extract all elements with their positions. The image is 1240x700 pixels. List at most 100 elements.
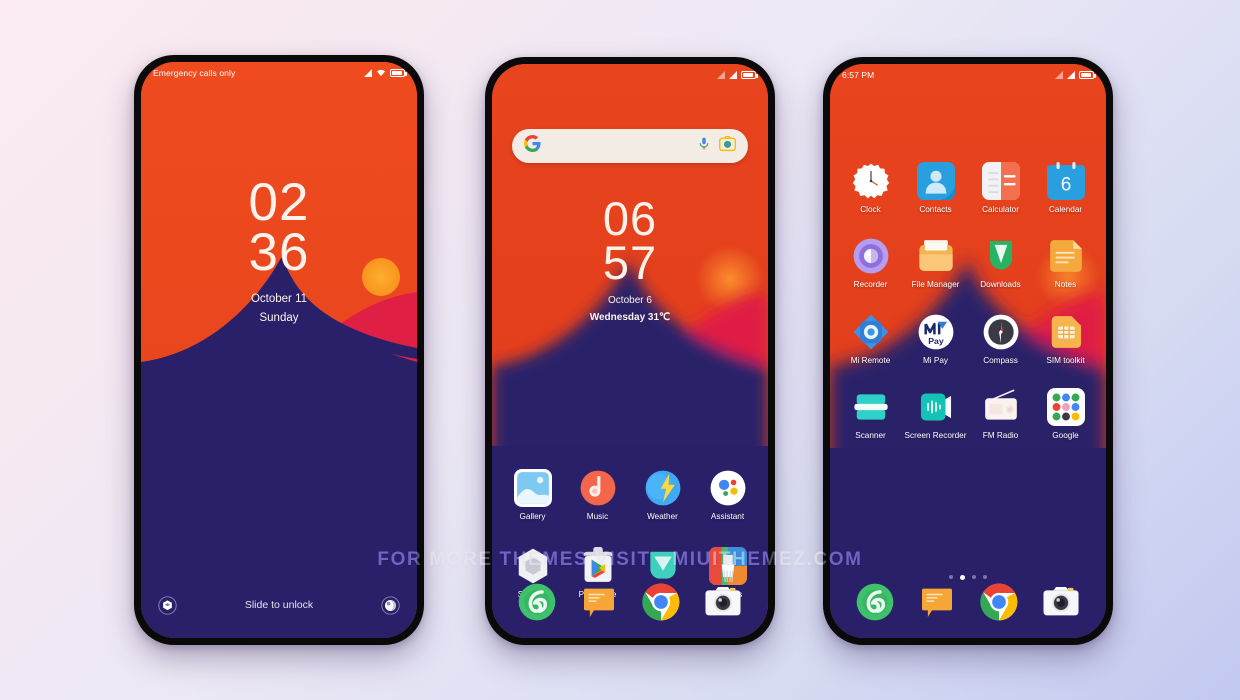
app-compass[interactable]: Compass xyxy=(968,313,1033,366)
calendar-day-number: 6 xyxy=(1060,175,1071,196)
app-drawer-grid: Clock Contacts Calculator 6 Calendar Rec… xyxy=(838,162,1098,441)
app-notes[interactable]: Notes xyxy=(1033,237,1098,290)
app-recorder[interactable]: Recorder xyxy=(838,237,903,290)
app-music[interactable]: Music xyxy=(565,469,630,522)
fm-radio-icon xyxy=(982,388,1020,426)
home-date-line1: October 6 xyxy=(608,295,652,306)
music-icon xyxy=(579,469,617,507)
app-calculator[interactable]: Calculator xyxy=(968,162,1033,215)
camera-app-icon[interactable] xyxy=(1041,582,1081,622)
app-drawer-display: 6:57 PM Clock Contacts Calculator 6 Cale… xyxy=(830,64,1106,638)
screen-recorder-icon xyxy=(917,388,955,426)
google-lens-icon[interactable] xyxy=(719,135,736,157)
app-clock[interactable]: Clock xyxy=(838,162,903,215)
settings-icon xyxy=(514,547,552,585)
microphone-icon[interactable] xyxy=(697,136,711,156)
app-label: Gallery xyxy=(519,512,546,521)
app-scanner[interactable]: Scanner xyxy=(838,388,903,441)
app-label: Notes xyxy=(1054,280,1077,290)
phone-app-drawer: 6:57 PM Clock Contacts Calculator 6 Cale… xyxy=(823,57,1113,645)
status-time: 6:57 PM xyxy=(842,70,875,80)
app-label: Assistant xyxy=(710,512,745,521)
lock-screen-display: Emergency calls only 02 36 October 11 Su… xyxy=(141,62,417,638)
lock-date-line1: October 11 xyxy=(250,293,308,305)
weather-icon xyxy=(644,469,682,507)
app-label: Calculator xyxy=(982,205,1019,214)
wallpaper-showcase: Emergency calls only 02 36 October 11 Su… xyxy=(0,0,1240,700)
app-label: Weather xyxy=(647,512,678,521)
app-assistant[interactable]: Assistant xyxy=(695,469,760,522)
app-gallery[interactable]: Gallery xyxy=(500,469,565,522)
camera-app-icon[interactable] xyxy=(703,582,743,622)
gallery-icon xyxy=(513,469,552,507)
security-icon xyxy=(644,547,682,585)
page-dot-active[interactable] xyxy=(960,575,965,580)
drawer-status-icons xyxy=(1055,71,1096,79)
battery-icon xyxy=(390,69,407,77)
app-screen-recorder[interactable]: Screen Recorder xyxy=(903,388,968,441)
app-file-manager[interactable]: File Manager xyxy=(903,237,968,290)
sim-toolkit-icon xyxy=(1047,313,1085,351)
chrome-icon[interactable] xyxy=(641,582,681,622)
app-fm-radio[interactable]: FM Radio xyxy=(968,388,1033,441)
wifi-icon xyxy=(376,68,386,79)
recorder-icon xyxy=(852,237,890,275)
app-calendar[interactable]: 6 Calendar xyxy=(1033,162,1098,215)
app-label: Music xyxy=(586,512,609,521)
signal-icon xyxy=(717,71,725,79)
lock-clock-hours: 02 xyxy=(248,173,310,232)
app-weather[interactable]: Weather xyxy=(630,469,695,522)
app-downloads[interactable]: Downloads xyxy=(968,237,1033,290)
camera-icon[interactable] xyxy=(380,595,401,616)
app-google-folder[interactable]: Google xyxy=(1033,387,1098,441)
file-manager-icon xyxy=(917,237,955,275)
app-mi-remote[interactable]: Mi Remote xyxy=(838,313,903,366)
clock-icon xyxy=(852,162,890,200)
page-indicator[interactable] xyxy=(830,575,1106,580)
home-clock: 06 57 xyxy=(492,192,768,285)
home-screen-display: 06 57 October 6 Wednesday 31℃ Gallery Mu… xyxy=(492,64,768,638)
home-apps-row-1: Gallery Music Weather Assistant xyxy=(500,469,760,522)
app-label: Clock xyxy=(860,205,881,214)
app-sim-toolkit[interactable]: SIM toolkit xyxy=(1033,313,1098,366)
compass-icon xyxy=(982,313,1020,351)
status-icons xyxy=(364,68,407,79)
chrome-icon[interactable] xyxy=(979,582,1019,622)
home-date: October 6 Wednesday 31℃ xyxy=(492,292,768,326)
app-label: Scanner xyxy=(855,430,886,440)
battery-icon xyxy=(741,71,758,79)
home-clock-hours: 06 xyxy=(602,192,658,245)
app-mi-pay[interactable]: Pay Mi Pay xyxy=(903,313,968,366)
home-status-bar xyxy=(492,64,768,86)
page-dot[interactable] xyxy=(983,575,987,579)
lock-bottom-bar: Slide to unlock xyxy=(141,590,417,620)
phone-icon[interactable] xyxy=(517,582,557,622)
themes-icon xyxy=(708,547,747,585)
mi-remote-icon xyxy=(852,313,890,351)
flashlight-icon[interactable] xyxy=(157,595,178,616)
home-status-icons xyxy=(717,71,758,79)
google-folder-icon xyxy=(1046,387,1085,426)
google-search-bar[interactable] xyxy=(512,129,748,163)
signal-icon-2 xyxy=(729,71,737,79)
messages-icon[interactable] xyxy=(579,582,619,622)
lock-clock: 02 36 xyxy=(141,173,417,283)
app-label: SIM toolkit xyxy=(1046,355,1085,365)
google-logo-icon xyxy=(524,135,541,157)
signal-icon-2 xyxy=(1067,71,1075,79)
calendar-icon: 6 xyxy=(1046,162,1085,200)
phone-icon[interactable] xyxy=(855,582,895,622)
lock-date-line2: Sunday xyxy=(259,311,299,324)
messages-icon[interactable] xyxy=(917,582,957,622)
app-contacts[interactable]: Contacts xyxy=(903,162,968,215)
lock-clock-minutes: 36 xyxy=(248,223,310,283)
drawer-status-bar: 6:57 PM xyxy=(830,64,1106,86)
page-dot[interactable] xyxy=(949,575,953,579)
page-dot[interactable] xyxy=(972,575,976,579)
app-label: Recorder xyxy=(853,280,888,290)
app-label: Calendar xyxy=(1048,205,1083,214)
app-label: File Manager xyxy=(911,280,960,290)
home-date-line2: Wednesday 31℃ xyxy=(589,312,671,323)
app-label: Downloads xyxy=(980,280,1021,290)
calculator-icon xyxy=(981,162,1020,200)
